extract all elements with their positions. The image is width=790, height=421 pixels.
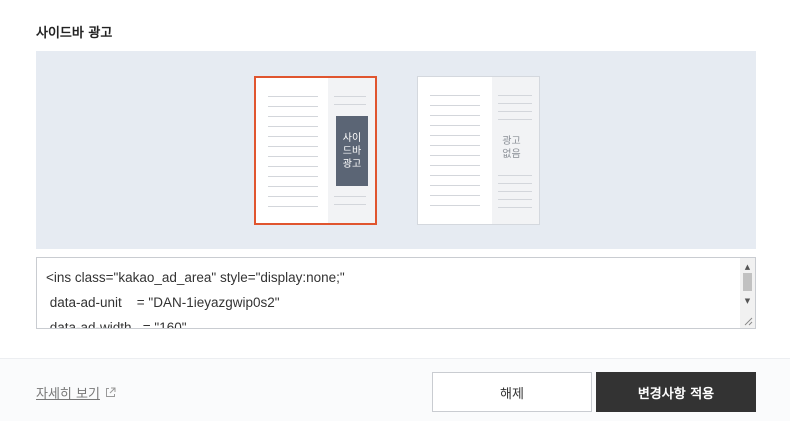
sidebar-ad-block: 사이 드바 광고 [336, 116, 368, 186]
release-button[interactable]: 해제 [432, 372, 592, 412]
apply-changes-button[interactable]: 변경사항 적용 [596, 372, 756, 412]
layout-option-sidebar-ad[interactable]: 사이 드바 광고 [254, 76, 377, 225]
detail-link[interactable]: 자세히 보기 [36, 383, 116, 402]
content-column-preview [256, 78, 328, 223]
no-ad-label: 광고 없음 [502, 136, 521, 160]
scrollbar-thumb[interactable] [743, 273, 752, 291]
ad-code-text: <ins class="kakao_ad_area" style="displa… [46, 270, 345, 329]
sidebar-ad-settings-panel: 사이드바 광고 사이 드바 광고 광고 없음 <ins class="kakao… [0, 0, 790, 421]
detail-link-label: 자세히 보기 [36, 387, 100, 402]
ad-code-textarea[interactable]: <ins class="kakao_ad_area" style="displa… [36, 257, 756, 329]
section-title: 사이드바 광고 [36, 26, 113, 41]
footer-bar: 자세히 보기 해제 변경사항 적용 [0, 359, 790, 421]
resize-handle-icon[interactable] [743, 316, 753, 326]
scroll-up-icon[interactable]: ▲ [740, 260, 755, 274]
scroll-down-icon[interactable]: ▼ [740, 294, 755, 308]
external-link-icon [105, 387, 116, 397]
content-column-preview [418, 77, 490, 224]
ad-layout-preview-area: 사이 드바 광고 광고 없음 [36, 51, 756, 249]
layout-option-no-ad[interactable]: 광고 없음 [417, 76, 540, 225]
